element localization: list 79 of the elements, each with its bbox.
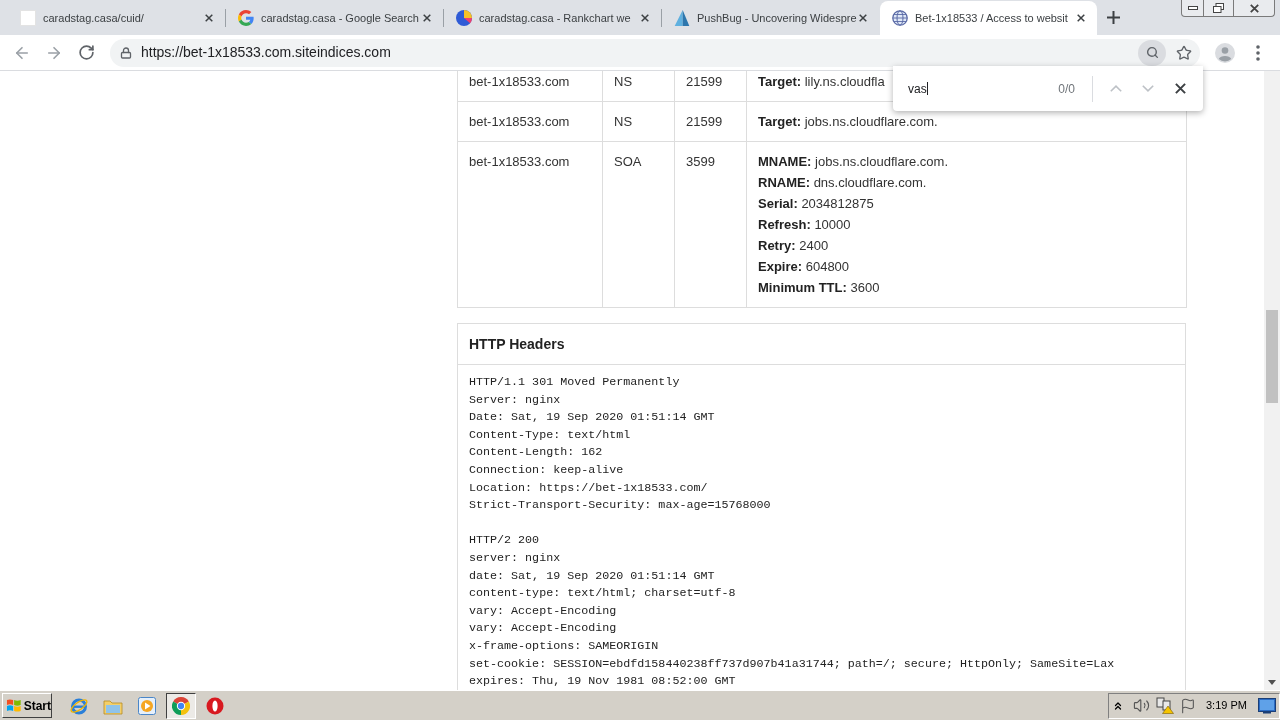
header-line: Content-Length: 162: [469, 444, 603, 462]
reload-icon: [77, 44, 95, 61]
taskbar-app-button[interactable]: [166, 692, 196, 719]
record-field: RNAME: dns.cloudflare.com.: [758, 172, 927, 193]
search-icon: [1145, 46, 1159, 59]
star-icon: [1176, 44, 1192, 61]
header-line: Content-Type: text/html: [469, 426, 631, 444]
text-cursor-icon: [926, 82, 928, 95]
avatar-icon: [1215, 42, 1235, 63]
scrollbar-track[interactable]: [1264, 71, 1280, 690]
browser-tab[interactable]: Bet-1x18533 / Access to websit: [880, 1, 1097, 35]
header-line: Connection: keep-alive: [469, 461, 624, 479]
record-field: Expire: 604800: [758, 256, 850, 277]
table-cell: bet-1x18533.com: [457, 101, 603, 142]
record-field: Refresh: 10000: [758, 214, 851, 235]
header-line: vary: Accept-Encoding: [469, 620, 617, 638]
speaker-icon[interactable]: [1133, 697, 1150, 714]
header-line: date: Sat, 19 Sep 2020 01:51:14 GMT: [469, 567, 715, 585]
minimize-icon: [1187, 6, 1198, 10]
table-cell: bet-1x18533.com: [457, 71, 603, 102]
play-icon: [138, 696, 156, 715]
table-cell: NS: [602, 101, 675, 142]
plus-icon: [1106, 11, 1120, 24]
table-cell: SOA: [602, 141, 675, 308]
sail-icon: [674, 10, 690, 26]
menu-icon: [1256, 44, 1260, 61]
header-line: HTTP/2 200: [469, 532, 540, 550]
close-icon: [1249, 3, 1259, 13]
address-bar[interactable]: https://bet-1x18533.com.siteindices.com: [110, 38, 1200, 67]
page-icon: [20, 10, 36, 26]
close-icon: [859, 14, 867, 22]
header-line: expires: Thu, 19 Nov 1981 08:52:00 GMT: [469, 673, 736, 690]
find-in-page-button[interactable]: [1138, 39, 1166, 66]
chevron-down-icon: [1142, 85, 1154, 92]
header-line: Location: https://bet-1x18533.com/: [469, 479, 708, 497]
close-icon: [1174, 83, 1186, 94]
scrollbar-thumb[interactable]: [1266, 310, 1278, 403]
match-count: 0/0: [1058, 80, 1075, 98]
table-cell: 3599: [674, 141, 747, 308]
close-icon: [641, 14, 649, 22]
record-field: Target: jobs.ns.cloudflare.com.: [758, 111, 938, 132]
table-cell: NS: [602, 71, 675, 102]
flag-icon[interactable]: [1180, 697, 1196, 714]
panel-title: HTTP Headers: [469, 334, 565, 354]
scroll-down-icon[interactable]: [1268, 680, 1276, 685]
g-logo-icon: [238, 10, 254, 26]
close-icon: [1077, 14, 1085, 22]
network-warning-icon[interactable]: [1156, 697, 1174, 714]
browser-logo-icon: [172, 696, 190, 715]
close-icon: [423, 14, 431, 22]
record-field: MNAME: jobs.ns.cloudflare.com.: [758, 151, 948, 172]
restore-icon: [1213, 3, 1224, 13]
header-line: vary: Accept-Encoding: [469, 602, 617, 620]
lock-icon: [120, 46, 132, 59]
header-line: set-cookie: SESSION=ebdfd158440238ff737d907b41a31744; path=/; secure; HttpOnly; SameSite=Lax: [469, 655, 1115, 673]
close-icon: [205, 14, 213, 22]
globe-icon: [892, 10, 908, 26]
record-field: Target: lily.ns.cloudfla: [758, 71, 885, 92]
header-line: HTTP/1.1 301 Moved Permanently: [469, 374, 680, 391]
header-line: server: nginx: [469, 549, 561, 567]
desktop-icon[interactable]: [1258, 697, 1276, 714]
record-field: Retry: 2400: [758, 235, 829, 256]
header-line: Server: nginx: [469, 391, 561, 409]
header-line: x-frame-options: SAMEORIGIN: [469, 637, 659, 655]
find-input[interactable]: vas: [908, 78, 1059, 99]
record-field: Minimum TTL: 3600: [758, 277, 880, 298]
record-field: Serial: 2034812875: [758, 193, 874, 214]
chevron-up-icon: [1110, 85, 1122, 92]
start-button[interactable]: Start: [2, 693, 52, 718]
header-line: content-type: text/html; charset=utf-8: [469, 585, 736, 603]
clock-time[interactable]: 3:19 PM: [1206, 697, 1247, 714]
table-cell: 21599: [674, 71, 747, 102]
flag-logo-icon: [6, 698, 22, 713]
ring-logo-icon: [206, 696, 224, 715]
table-cell: 21599: [674, 101, 747, 142]
header-line: Strict-Transport-Security: max-age=15768000: [469, 497, 771, 515]
header-line: Date: Sat, 19 Sep 2020 01:51:14 GMT: [469, 409, 715, 427]
pie-chart-icon: [456, 10, 472, 26]
table-cell: bet-1x18533.com: [457, 141, 603, 308]
